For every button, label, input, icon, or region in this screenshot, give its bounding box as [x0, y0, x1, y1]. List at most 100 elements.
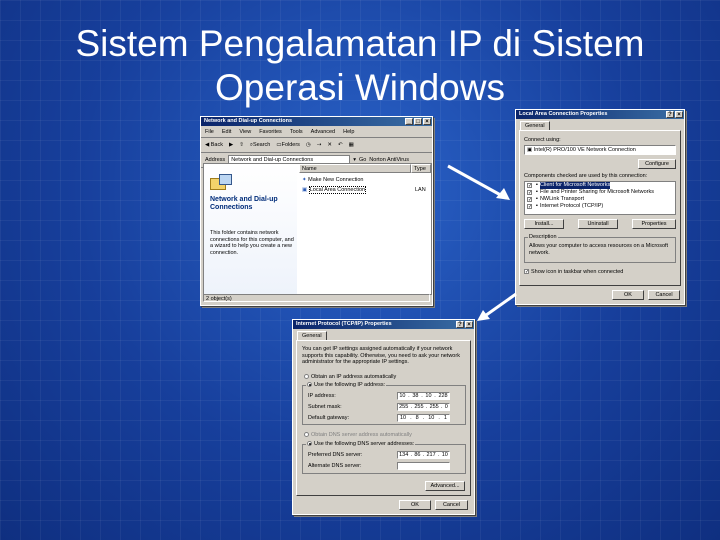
lan-title-bar[interactable]: Local Area Connection Properties ? ×	[516, 110, 684, 119]
undo-icon[interactable]: ↶	[338, 142, 343, 148]
tcpip-title-bar[interactable]: Internet Protocol (TCP/IP) Properties ? …	[293, 320, 474, 329]
manual-ip-label: Use the following IP address:	[314, 382, 386, 388]
list-item-local-area-connection[interactable]: ▣ Local Area Connection	[302, 186, 367, 194]
manual-ip-radio[interactable]: Use the following IP address:	[306, 382, 387, 389]
back-button[interactable]: ◀ Back	[205, 142, 223, 148]
minimize-icon[interactable]: _	[405, 118, 413, 125]
maximize-icon[interactable]: □	[414, 118, 422, 125]
list-item-label: Local Area Connection	[308, 186, 367, 194]
connect-using-label: Connect using:	[524, 137, 561, 143]
alternate-dns-input[interactable]	[397, 462, 450, 470]
dns-group: Use the following DNS server addresses: …	[302, 441, 466, 474]
checkbox-icon[interactable]: ✓	[527, 204, 532, 210]
properties-button[interactable]: Properties	[632, 219, 676, 229]
webview-title: Network and Dial-up Connections	[210, 196, 278, 211]
help-icon[interactable]: ?	[666, 111, 674, 118]
component-label: File and Printer Sharing for Microsoft N…	[539, 189, 654, 195]
explorer-menubar: File Edit View Favorites Tools Advanced …	[201, 126, 432, 138]
checkbox-icon[interactable]: ✓	[527, 190, 532, 196]
subnet-octet: 255	[414, 404, 424, 410]
radio-icon[interactable]	[307, 382, 312, 388]
search-button[interactable]: ⌕Search	[250, 142, 271, 149]
lan-title: Local Area Connection Properties	[519, 111, 608, 117]
ip-octet: 10	[425, 393, 432, 399]
auto-dns-label: Obtain DNS server address automatically	[311, 432, 412, 438]
install-button[interactable]: Install...	[524, 219, 564, 229]
close-icon[interactable]: ×	[675, 111, 683, 118]
history-icon[interactable]: ◷	[306, 142, 311, 148]
show-icon-checkbox[interactable]: ✓ Show icon in taskbar when connected	[524, 269, 623, 275]
tcpip-general-panel: You can get IP settings assigned automat…	[296, 340, 471, 496]
menu-file[interactable]: File	[205, 129, 214, 135]
preferred-dns-label: Preferred DNS server:	[308, 452, 363, 458]
tcpip-properties-dialog: Internet Protocol (TCP/IP) Properties ? …	[292, 319, 475, 515]
component-client-ms-networks[interactable]: ✓ ▪ Client for Microsoft Networks	[525, 182, 675, 189]
close-icon[interactable]: ×	[465, 321, 473, 328]
advanced-button[interactable]: Advanced...	[425, 481, 465, 491]
configure-button[interactable]: Configure	[638, 159, 676, 169]
auto-ip-label: Obtain an IP address automatically	[311, 374, 397, 380]
dns-octet: 86	[414, 452, 421, 458]
list-item-type: LAN	[415, 187, 426, 193]
network-folder-icon	[210, 174, 232, 192]
alternate-dns-label: Alternate DNS server:	[308, 463, 362, 469]
ok-button[interactable]: OK	[612, 290, 644, 300]
move-to-icon[interactable]: ⇢	[317, 142, 322, 148]
adapter-field: ▣ Intel(R) PRO/100 VE Network Connection	[524, 145, 676, 155]
cancel-button[interactable]: Cancel	[648, 290, 680, 300]
show-icon-label: Show icon in taskbar when connected	[531, 269, 624, 275]
components-list[interactable]: ✓ ▪ Client for Microsoft Networks ✓ ▪ Fi…	[524, 181, 676, 215]
ok-button[interactable]: OK	[399, 500, 431, 510]
slide-background: Sistem Pengalamatan IP di Sistem Operasi…	[0, 0, 720, 540]
radio-icon[interactable]	[307, 441, 312, 447]
default-gateway-input[interactable]: 10. 8. 10. 1	[397, 414, 450, 422]
slide-title-line1: Sistem Pengalamatan IP di Sistem	[75, 23, 645, 64]
gateway-octet: 8	[415, 415, 419, 421]
menu-tools[interactable]: Tools	[290, 129, 303, 135]
uninstall-button[interactable]: Uninstall	[578, 219, 618, 229]
column-header-name[interactable]: Name	[299, 164, 411, 173]
checkbox-icon[interactable]: ✓	[527, 197, 532, 203]
explorer-content: Network and Dial-up Connections This fol…	[203, 163, 432, 295]
webview-panel: Network and Dial-up Connections This fol…	[204, 164, 297, 294]
client-icon: ▪	[536, 182, 538, 188]
checkbox-icon[interactable]: ✓	[524, 269, 529, 275]
subnet-mask-input[interactable]: 255. 255. 255. 0	[397, 403, 450, 411]
auto-ip-radio[interactable]: Obtain an IP address automatically	[304, 374, 396, 380]
component-tcpip[interactable]: ✓ ▪ Internet Protocol (TCP/IP)	[525, 203, 675, 210]
components-label: Components checked are used by this conn…	[524, 173, 648, 179]
status-bar: 2 object(s)	[203, 294, 430, 302]
component-nwlink[interactable]: ✓ ▪ NWLink Transport	[525, 196, 675, 203]
manual-dns-radio[interactable]: Use the following DNS server addresses:	[306, 441, 416, 448]
folders-button[interactable]: ▭Folders	[276, 142, 300, 148]
menu-favorites[interactable]: Favorites	[259, 129, 282, 135]
connection-list: Name Type ✦ Make New Connection ▣ Local …	[299, 164, 431, 294]
dns-octet: 134	[399, 452, 409, 458]
radio-icon[interactable]	[304, 374, 309, 380]
checkbox-icon[interactable]: ✓	[527, 183, 532, 189]
subnet-mask-label: Subnet mask:	[308, 404, 342, 410]
menu-advanced[interactable]: Advanced	[311, 129, 335, 135]
close-icon[interactable]: ×	[423, 118, 431, 125]
menu-help[interactable]: Help	[343, 129, 354, 135]
up-folder-icon[interactable]: ⇧	[239, 142, 244, 148]
cancel-button[interactable]: Cancel	[435, 500, 468, 510]
gateway-octet: 1	[443, 415, 447, 421]
component-label: Client for Microsoft Networks	[539, 182, 611, 189]
radio-icon[interactable]	[304, 432, 309, 438]
explorer-title-bar[interactable]: Network and Dial-up Connections _ □ ×	[201, 117, 432, 126]
column-header-type[interactable]: Type	[411, 164, 431, 173]
forward-icon[interactable]: ▶	[229, 142, 233, 148]
list-item-make-new-connection[interactable]: ✦ Make New Connection	[302, 177, 363, 183]
help-icon[interactable]: ?	[456, 321, 464, 328]
gateway-octet: 10	[428, 415, 435, 421]
auto-dns-radio[interactable]: Obtain DNS server address automatically	[304, 432, 412, 438]
delete-icon[interactable]: ✕	[327, 142, 332, 148]
preferred-dns-input[interactable]: 134. 86. 217. 10	[397, 451, 450, 459]
menu-view[interactable]: View	[239, 129, 251, 135]
menu-edit[interactable]: Edit	[222, 129, 231, 135]
views-icon[interactable]: ▦	[349, 142, 354, 148]
component-file-printer-sharing[interactable]: ✓ ▪ File and Printer Sharing for Microso…	[525, 189, 675, 196]
ip-address-input[interactable]: 10. 38. 10. 228	[397, 392, 450, 400]
arrow-to-tcpip-properties	[477, 292, 517, 321]
